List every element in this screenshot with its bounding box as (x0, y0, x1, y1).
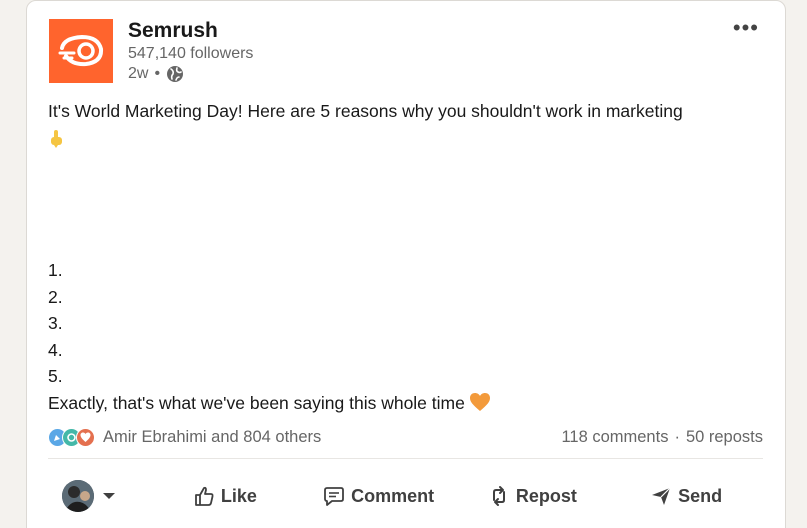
reaction-icons (48, 427, 97, 447)
reactors-text[interactable]: Amir Ebrahimi and 804 others (103, 428, 321, 447)
list-item: 3. (48, 313, 63, 333)
send-label: Send (678, 485, 723, 506)
post-header: Semrush 547,140 followers 2w • ••• (49, 17, 765, 89)
engagement-counts: 118 comments · 50 reposts (561, 428, 763, 447)
blank-space (48, 151, 773, 257)
semrush-logo-icon (58, 34, 104, 67)
meta-separator: • (154, 65, 161, 82)
post-body: It's World Marketing Day! Here are 5 rea… (48, 98, 773, 416)
comment-icon (324, 487, 345, 506)
avatar (62, 480, 94, 512)
comment-button[interactable]: Comment (302, 474, 456, 518)
repost-label: Repost (515, 485, 577, 506)
orange-heart-emoji (469, 392, 490, 411)
comments-count[interactable]: 118 comments (561, 428, 668, 447)
list-item: 1. (48, 260, 63, 280)
like-label: Like (220, 485, 257, 506)
social-counts: Amir Ebrahimi and 804 others 118 comment… (48, 425, 763, 449)
closing-line: Exactly, that's what we've been saying t… (48, 390, 773, 417)
like-icon (194, 486, 214, 506)
post-time: 2w (128, 65, 149, 82)
list-item: 2. (48, 286, 63, 307)
action-bar: Like Comment Repost Send (48, 471, 763, 521)
divider (48, 458, 763, 459)
globe-icon (166, 65, 184, 83)
repost-icon (492, 486, 505, 506)
count-separator: · (674, 427, 680, 446)
follower-count: 547,140 followers (128, 45, 254, 62)
send-icon (652, 487, 671, 505)
post-meta: 2w • (128, 65, 184, 83)
company-name[interactable]: Semrush (128, 19, 218, 43)
closing-text: Exactly, that's what we've been saying t… (48, 392, 465, 413)
post-card: Semrush 547,140 followers 2w • ••• It's … (26, 0, 786, 528)
more-options-icon[interactable]: ••• (733, 17, 759, 39)
like-button[interactable]: Like (148, 474, 302, 518)
comment-label: Comment (351, 485, 435, 506)
list-item: 5. (48, 366, 63, 386)
list-item: 4. (48, 339, 63, 360)
send-button[interactable]: Send (609, 474, 763, 518)
reactions-summary[interactable]: Amir Ebrahimi and 804 others (48, 427, 321, 447)
post-intro: It's World Marketing Day! Here are 5 rea… (48, 101, 683, 121)
reposts-count[interactable]: 50 reposts (686, 428, 763, 447)
love-reaction-icon (76, 427, 95, 447)
repost-button[interactable]: Repost (456, 474, 610, 518)
pointing-down-emoji (48, 125, 773, 152)
company-logo[interactable] (49, 19, 113, 83)
actor-switcher[interactable] (48, 480, 148, 512)
chevron-down-icon (103, 493, 115, 499)
